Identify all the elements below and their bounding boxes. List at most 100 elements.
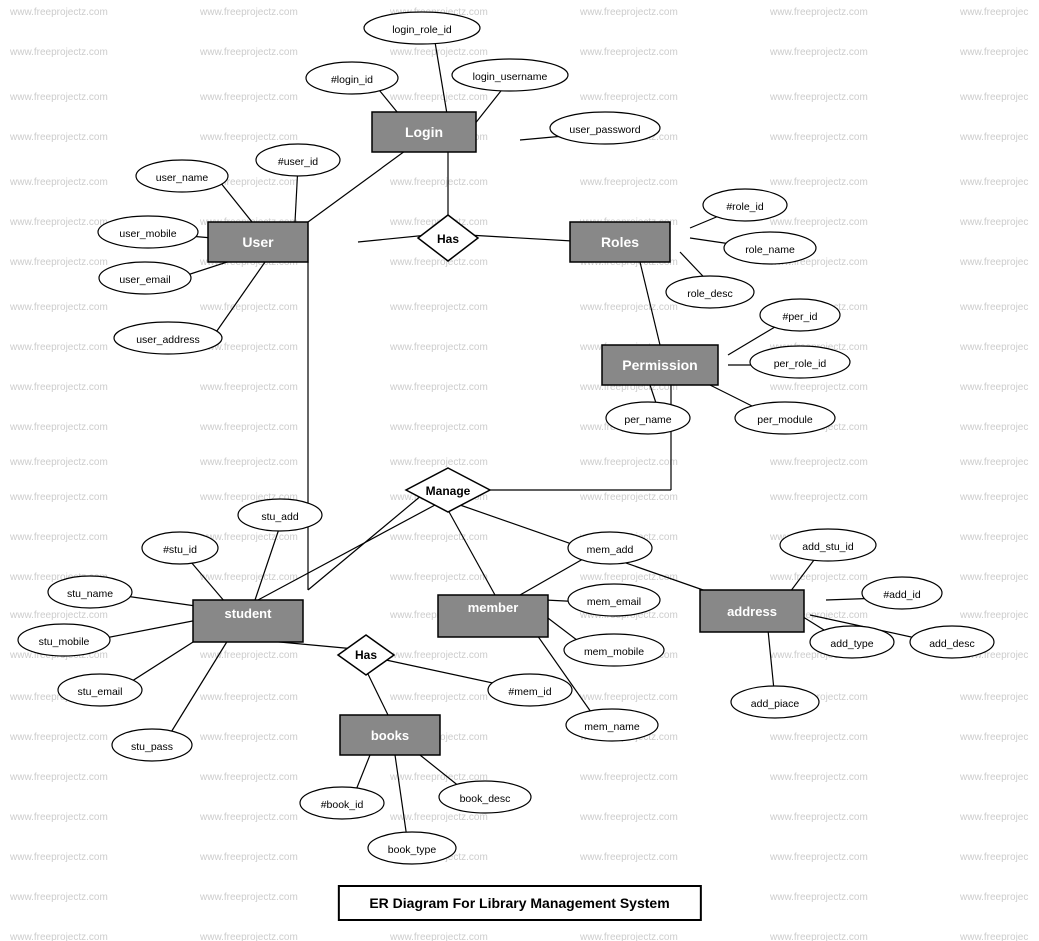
watermark: www.freeprojectz.com [579, 457, 678, 468]
attr-add-id-label: #add_id [883, 589, 921, 601]
attr-user-address-label: user_address [136, 334, 200, 346]
watermark: www.freeprojec [959, 132, 1028, 143]
attr-per-name-label: per_name [624, 414, 671, 426]
watermark: www.freeprojec [959, 382, 1028, 393]
watermark: www.freeprojectz.com [9, 302, 108, 313]
attr-role-desc-label: role_desc [687, 288, 733, 300]
attr-book-type-label: book_type [388, 844, 437, 856]
watermark: www.freeprojectz.com [769, 772, 868, 783]
watermark: www.freeprojectz.com [769, 892, 868, 903]
attr-per-id-label: #per_id [782, 311, 817, 323]
watermark: www.freeprojectz.com [769, 382, 868, 393]
watermark: www.freeprojectz.com [389, 92, 488, 103]
attr-per-role-id-label: per_role_id [774, 358, 827, 370]
attr-role-name-label: role_name [745, 244, 795, 256]
attr-mem-id-label: #mem_id [508, 686, 551, 698]
watermark: www.freeprojectz.com [769, 217, 868, 228]
watermark: www.freeprojectz.com [389, 932, 488, 941]
attr-mem-email-label: mem_email [587, 596, 641, 608]
watermark: www.freeprojectz.com [389, 532, 488, 543]
attr-per-module-label: per_module [757, 414, 813, 426]
watermark: www.freeprojectz.com [199, 92, 298, 103]
attr-user-mobile-label: user_mobile [119, 228, 176, 240]
watermark: www.freeprojectz.com [579, 302, 678, 313]
watermark: www.freeprojec [959, 772, 1028, 783]
watermark: www.freeprojec [959, 47, 1028, 58]
watermark: www.freeprojectz.com [579, 47, 678, 58]
watermark: www.freeprojectz.com [579, 852, 678, 863]
attr-add-desc-label: add_desc [929, 638, 975, 650]
watermark: www.freeprojectz.com [199, 572, 298, 583]
attr-mem-name-label: mem_name [584, 721, 640, 733]
watermark: www.freeprojectz.com [9, 422, 108, 433]
attr-stu-mobile-label: stu_mobile [39, 636, 90, 648]
watermark: www.freeprojectz.com [199, 132, 298, 143]
watermark: www.freeprojectz.com [9, 132, 108, 143]
watermark: www.freeprojectz.com [9, 892, 108, 903]
watermark: www.freeprojec [959, 532, 1028, 543]
watermark: www.freeprojectz.com [769, 812, 868, 823]
watermark: www.freeprojectz.com [199, 892, 298, 903]
watermark: www.freeprojec [959, 257, 1028, 268]
watermark: www.freeprojectz.com [199, 932, 298, 941]
watermark: www.freeprojectz.com [199, 692, 298, 703]
watermark: www.freeprojectz.com [9, 532, 108, 543]
watermark: www.freeprojec [959, 812, 1028, 823]
attr-mem-mobile-label: mem_mobile [584, 646, 644, 658]
entity-address-label: address [727, 604, 777, 619]
watermark: www.freeprojectz.com [579, 177, 678, 188]
diagram-caption: ER Diagram For Library Management System [337, 885, 701, 921]
attr-user-name-label: user_name [156, 172, 209, 184]
watermark: www.freeprojectz.com [9, 610, 108, 621]
watermark: www.freeprojectz.com [389, 342, 488, 353]
watermark: www.freeprojectz.com [579, 692, 678, 703]
watermark: www.freeprojec [959, 302, 1028, 313]
entity-books-label: books [371, 728, 409, 743]
attr-stu-name-label: stu_name [67, 588, 113, 600]
attr-user-email-label: user_email [119, 274, 170, 286]
watermark: www.freeprojec [959, 692, 1028, 703]
watermark: www.freeprojectz.com [9, 932, 108, 941]
entity-permission-label: Permission [622, 357, 697, 373]
watermark: www.freeprojectz.com [389, 692, 488, 703]
attr-role-id-label: #role_id [726, 201, 764, 213]
watermark: www.freeprojectz.com [579, 572, 678, 583]
watermark: www.freeprojectz.com [579, 772, 678, 783]
watermark: www.freeprojec [959, 342, 1028, 353]
caption-text: ER Diagram For Library Management System [369, 895, 669, 911]
watermark: www.freeprojectz.com [199, 47, 298, 58]
er-diagram: www.freeprojectz.com www.freeprojectz.co… [0, 0, 1039, 941]
watermark: www.freeprojectz.com [199, 382, 298, 393]
watermark: www.freeprojectz.com [199, 732, 298, 743]
watermark: www.freeprojectz.com [389, 457, 488, 468]
attr-add-type-label: add_type [830, 638, 873, 650]
entity-student-label: student [225, 606, 273, 621]
watermark: www.freeprojectz.com [579, 492, 678, 503]
watermark: www.freeprojectz.com [579, 812, 678, 823]
watermark: www.freeprojectz.com [9, 177, 108, 188]
attr-mem-add-label: mem_add [587, 544, 634, 556]
watermark: www.freeprojec [959, 7, 1028, 18]
watermark: www.freeprojectz.com [389, 257, 488, 268]
watermark: www.freeprojectz.com [769, 177, 868, 188]
attr-login-role-id-label: login_role_id [392, 24, 452, 36]
watermark: www.freeprojec [959, 177, 1028, 188]
attr-book-desc-label: book_desc [460, 793, 511, 805]
watermark: www.freeprojectz.com [199, 812, 298, 823]
watermark: www.freeprojec [959, 732, 1028, 743]
watermark: www.freeprojec [959, 92, 1028, 103]
attr-add-place-label: add_piace [751, 698, 800, 710]
entity-login-label: Login [405, 124, 443, 140]
attr-stu-id-label: #stu_id [163, 544, 197, 556]
watermark: www.freeprojec [959, 892, 1028, 903]
watermark: www.freeprojectz.com [199, 650, 298, 661]
watermark: www.freeprojectz.com [579, 932, 678, 941]
watermark: www.freeprojectz.com [199, 457, 298, 468]
watermark: www.freeprojectz.com [389, 650, 488, 661]
watermark: www.freeprojectz.com [9, 47, 108, 58]
attr-stu-pass-label: stu_pass [131, 741, 173, 753]
relationship-has2-label: Has [355, 648, 377, 662]
watermark: www.freeprojectz.com [9, 217, 108, 228]
attr-user-password-label: user_password [569, 124, 640, 136]
watermark: www.freeprojectz.com [769, 932, 868, 941]
